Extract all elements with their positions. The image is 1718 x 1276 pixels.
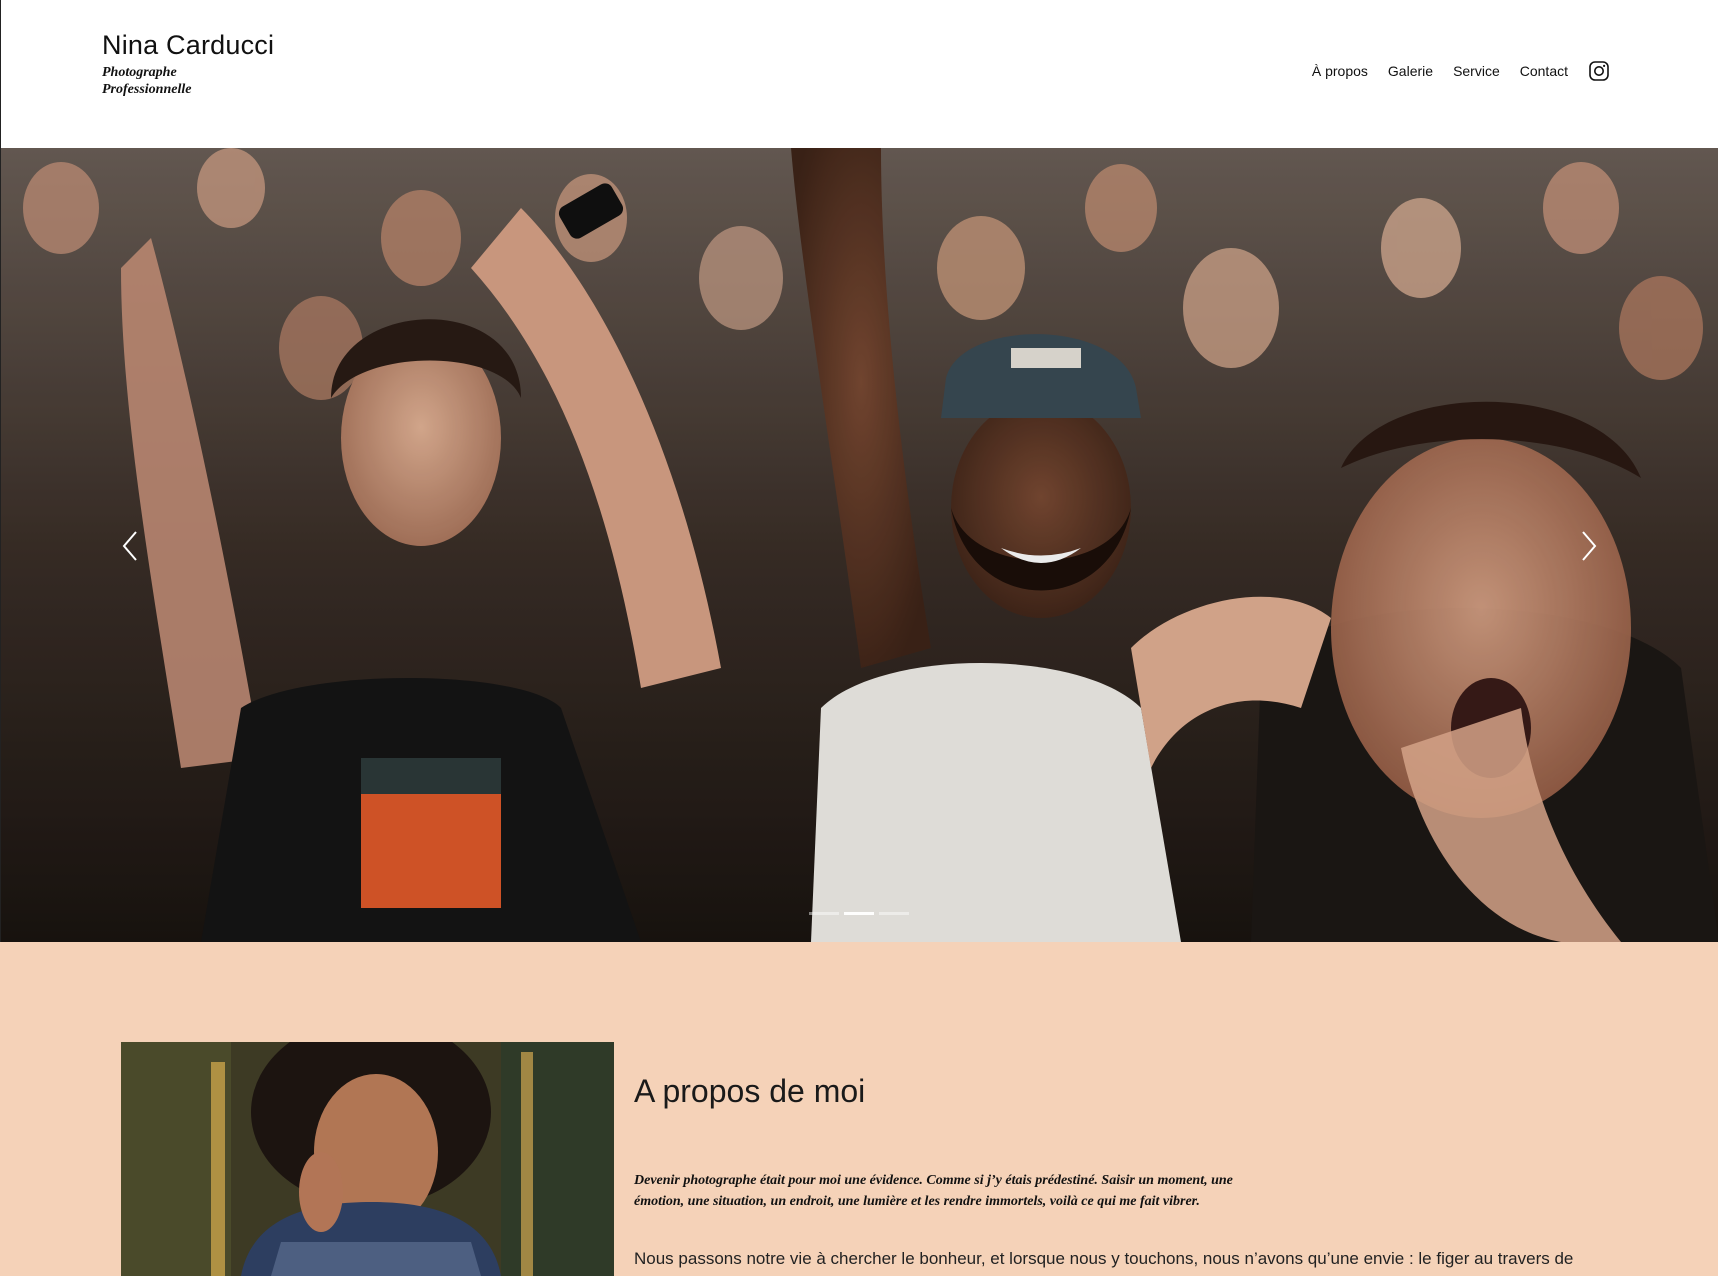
nav-link-gallery[interactable]: Galerie [1388, 63, 1433, 79]
carousel-next-button[interactable] [1573, 526, 1603, 566]
hero-carousel [0, 148, 1718, 942]
chevron-left-icon [122, 531, 137, 561]
about-body: Nous passons notre vie à chercher le bon… [634, 1249, 1574, 1268]
brand-name: Nina Carducci [102, 30, 275, 60]
carousel-prev-button[interactable] [116, 526, 146, 566]
carousel-indicator-3[interactable] [879, 912, 909, 915]
nav-link-service[interactable]: Service [1453, 63, 1500, 79]
carousel-indicator-2[interactable] [844, 912, 874, 915]
carousel-indicators [809, 912, 914, 915]
about-title: A propos de moi [634, 1073, 866, 1109]
portrait-photo [121, 1042, 614, 1276]
about-quote: Devenir photographe était pour moi une é… [634, 1173, 1233, 1209]
brand-tagline: Photographe Professionnelle [102, 65, 192, 97]
instagram-icon[interactable] [1588, 60, 1610, 82]
concert-crowd-photo [1, 148, 1718, 942]
site-header: Nina Carducci Photographe Professionnell… [0, 0, 1718, 148]
about-section: A propos de moi Devenir photographe étai… [0, 942, 1718, 1276]
brand[interactable]: Nina Carducci Photographe Professionnell… [102, 30, 274, 98]
carousel-indicator-1[interactable] [809, 912, 839, 915]
nav-link-contact[interactable]: Contact [1520, 63, 1568, 79]
main-nav: À propos Galerie Service Contact [1292, 60, 1610, 82]
nav-link-about[interactable]: À propos [1312, 63, 1368, 79]
chevron-right-icon [1582, 531, 1597, 561]
